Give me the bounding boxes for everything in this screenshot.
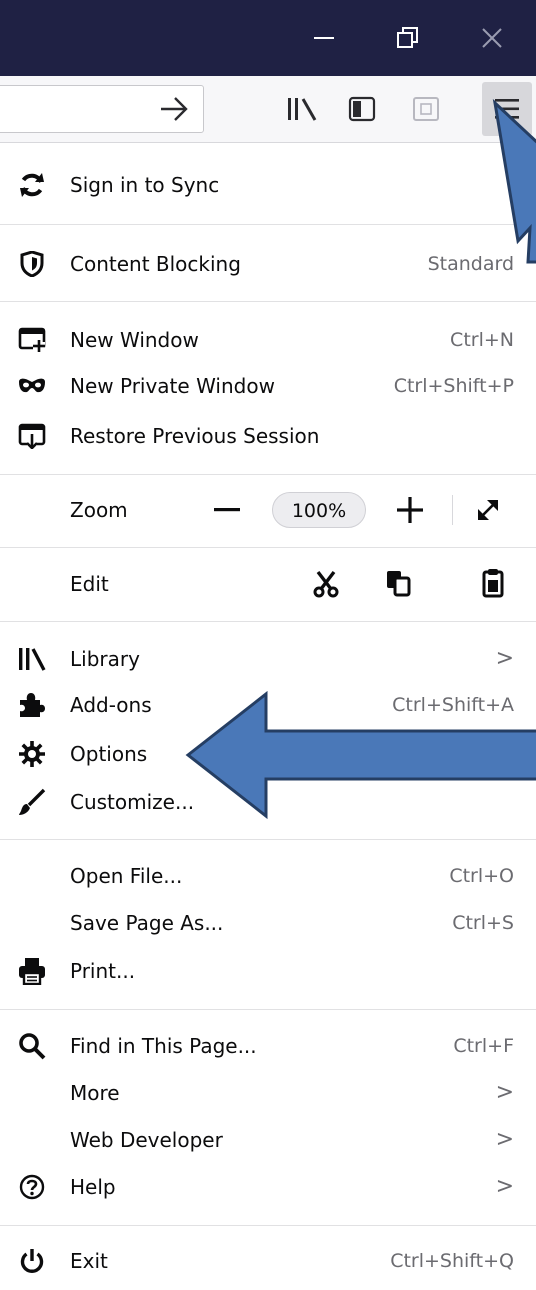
menu-item-content-blocking[interactable]: Content Blocking Standard (0, 239, 536, 289)
menu-item-sign-in-to-sync[interactable]: Sign in to Sync (0, 160, 536, 210)
menu-item-label: Library (70, 647, 140, 671)
menu-separator (0, 301, 536, 302)
menu-item-shortcut: Ctrl+S (452, 912, 514, 934)
menu-item-more[interactable]: More > (0, 1068, 536, 1118)
menu-item-label: Options (70, 742, 148, 766)
menu-item-label: Print... (70, 959, 136, 983)
restore-icon (397, 27, 418, 48)
chevron-right-icon: > (495, 646, 514, 671)
menu-item-open-file[interactable]: Open File... Ctrl+O (0, 851, 536, 901)
minimize-button[interactable] (284, 0, 364, 76)
minimize-icon (314, 37, 334, 39)
help-icon (18, 1173, 46, 1201)
menu-item-customize[interactable]: Customize... (0, 777, 536, 827)
menu-item-print[interactable]: Print... (0, 946, 536, 996)
menu-item-edit: Edit (0, 559, 536, 609)
private-mask-icon (18, 372, 46, 400)
zoom-divider (452, 495, 453, 525)
menu-item-find-in-page[interactable]: Find in This Page... Ctrl+F (0, 1021, 536, 1071)
menu-item-label: Web Developer (70, 1128, 223, 1152)
zoom-in-icon[interactable] (397, 497, 423, 523)
new-window-icon (18, 326, 46, 354)
gear-icon (18, 740, 46, 768)
library-icon[interactable] (286, 96, 320, 122)
restore-button[interactable] (368, 0, 448, 76)
menu-item-label: More (70, 1081, 120, 1105)
menu-separator (0, 839, 536, 840)
menu-item-label: Customize... (70, 790, 195, 814)
menu-item-new-window[interactable]: New Window Ctrl+N (0, 315, 536, 365)
menu-separator (0, 1009, 536, 1010)
menu-item-shortcut: Ctrl+F (453, 1035, 514, 1057)
open-menu-button[interactable] (482, 82, 532, 136)
menu-item-label: Help (70, 1175, 116, 1199)
menu-item-label: Edit (70, 572, 109, 596)
menu-item-shortcut: Ctrl+O (449, 865, 514, 887)
power-icon (18, 1247, 46, 1275)
menu-item-zoom: Zoom 100% (0, 485, 536, 535)
menu-item-shortcut: Ctrl+Shift+A (392, 694, 514, 716)
menu-item-help[interactable]: Help > (0, 1162, 536, 1212)
paintbrush-icon (18, 788, 46, 816)
pocket-icon[interactable] (412, 96, 440, 122)
chevron-right-icon: > (495, 1174, 514, 1199)
menu-item-add-ons[interactable]: Add-ons Ctrl+Shift+A (0, 680, 536, 730)
window-titlebar (0, 0, 536, 76)
menu-item-restore-previous-session[interactable]: Restore Previous Session (0, 411, 536, 461)
shield-icon (18, 250, 46, 278)
menu-item-label: Sign in to Sync (70, 173, 220, 197)
menu-item-shortcut: Ctrl+Shift+P (393, 375, 514, 397)
menu-item-label: Exit (70, 1249, 108, 1273)
menu-item-label: Add-ons (70, 693, 152, 717)
menu-item-label: Content Blocking (70, 252, 241, 276)
close-button[interactable] (452, 0, 532, 76)
sync-icon (18, 171, 46, 199)
fullscreen-icon[interactable] (476, 498, 500, 522)
menu-item-label: Restore Previous Session (70, 424, 320, 448)
arrow-right-icon[interactable] (159, 95, 189, 123)
puzzle-icon (18, 691, 46, 719)
url-bar[interactable] (0, 85, 204, 133)
menu-item-exit[interactable]: Exit Ctrl+Shift+Q (0, 1236, 536, 1286)
navigation-toolbar (0, 76, 536, 143)
sidebar-icon[interactable] (348, 96, 376, 122)
app-menu-panel: Sign in to Sync Content Blocking Standar… (0, 143, 536, 1290)
menu-item-shortcut: Ctrl+Shift+Q (390, 1250, 514, 1272)
menu-item-label: Open File... (70, 864, 183, 888)
menu-item-label: Zoom (70, 498, 128, 522)
zoom-reset-button[interactable]: 100% (272, 492, 366, 528)
cut-icon[interactable] (312, 570, 340, 598)
library-icon (18, 645, 46, 673)
menu-item-label: New Window (70, 328, 199, 352)
hamburger-menu-icon (495, 99, 519, 119)
restore-session-icon (18, 422, 46, 450)
paste-icon[interactable] (482, 568, 504, 598)
menu-separator (0, 547, 536, 548)
menu-separator (0, 621, 536, 622)
chevron-right-icon: > (495, 1127, 514, 1152)
menu-item-label: Find in This Page... (70, 1034, 257, 1058)
menu-separator (0, 224, 536, 225)
printer-icon (18, 957, 46, 985)
zoom-out-icon[interactable] (214, 508, 240, 512)
menu-item-new-private-window[interactable]: New Private Window Ctrl+Shift+P (0, 361, 536, 411)
menu-item-web-developer[interactable]: Web Developer > (0, 1115, 536, 1165)
menu-item-label: Save Page As... (70, 911, 224, 935)
menu-item-options[interactable]: Options (0, 729, 536, 779)
menu-item-library[interactable]: Library > (0, 634, 536, 684)
menu-item-save-page-as[interactable]: Save Page As... Ctrl+S (0, 898, 536, 948)
menu-item-label: New Private Window (70, 374, 275, 398)
menu-separator (0, 1225, 536, 1226)
menu-item-shortcut: Ctrl+N (450, 329, 514, 351)
content-blocking-value: Standard (427, 253, 514, 275)
copy-icon[interactable] (386, 569, 412, 597)
chevron-right-icon: > (495, 1080, 514, 1105)
search-icon (18, 1032, 46, 1060)
menu-separator (0, 474, 536, 475)
close-icon (482, 28, 502, 48)
